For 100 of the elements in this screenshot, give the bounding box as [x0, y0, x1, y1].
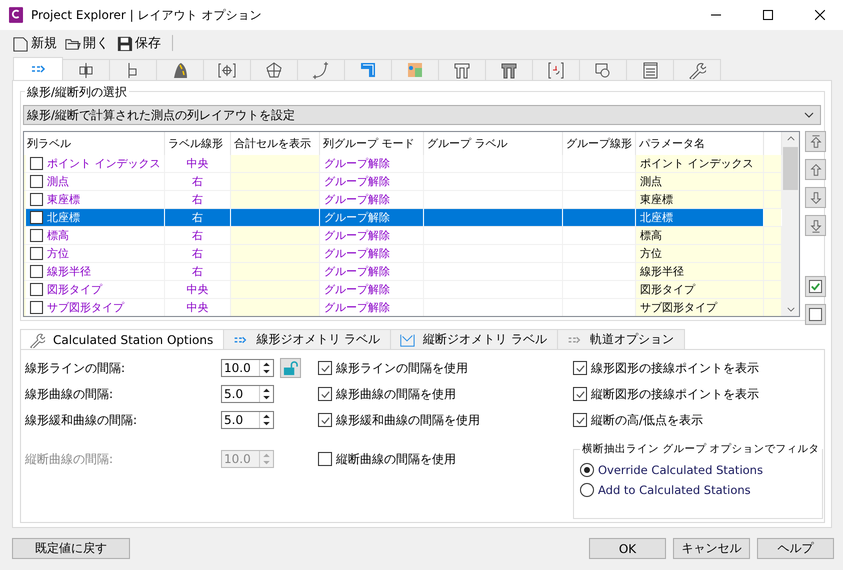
- table-cell: グループ解除: [320, 209, 424, 226]
- radio-button[interactable]: [580, 483, 594, 497]
- move-button[interactable]: [805, 215, 826, 236]
- table-cell: 北座標: [636, 209, 764, 226]
- checkbox-label: 線形ラインの間隔を使用: [336, 360, 468, 376]
- number-field[interactable]: 5.0: [221, 411, 274, 429]
- checkbox[interactable]: [318, 361, 332, 375]
- row-checkbox[interactable]: [30, 265, 43, 278]
- spin-up-icon[interactable]: [263, 388, 270, 392]
- row-checkbox[interactable]: [30, 247, 43, 260]
- layout-tab[interactable]: [203, 59, 251, 80]
- group-title: 線形/縦断列の選択: [25, 84, 130, 101]
- move-button[interactable]: [805, 187, 826, 208]
- checkbox-label: 線形曲線の間隔を使用: [336, 386, 456, 402]
- reset-defaults-button[interactable]: 既定値に戻す: [12, 538, 130, 559]
- number-field[interactable]: 10.0: [221, 359, 274, 377]
- checkbox[interactable]: [573, 361, 587, 375]
- move-bottom-icon: [808, 218, 824, 234]
- pipe-icon: [453, 61, 471, 79]
- checkbox[interactable]: [573, 413, 587, 427]
- curve-icon: [312, 61, 330, 79]
- split-flag-icon: [77, 61, 95, 79]
- dialog-button[interactable]: ヘルプ: [757, 538, 834, 559]
- layout-tab[interactable]: [532, 59, 580, 80]
- map-icon: [406, 61, 424, 79]
- field-label: 線形緩和曲線の間隔:: [25, 412, 138, 428]
- layout-tab[interactable]: [250, 59, 298, 80]
- close-icon[interactable]: [815, 10, 825, 20]
- table-cell: 東座標: [47, 192, 80, 207]
- toolbar-button[interactable]: 新規: [10, 34, 59, 52]
- layout-dropdown[interactable]: 線形/縦断で計算された測点の列レイアウトを設定: [23, 105, 821, 125]
- scrollbar-thumb[interactable]: [783, 147, 798, 190]
- table-cell: 線形半径: [47, 264, 91, 279]
- spin-down-icon[interactable]: [263, 370, 270, 374]
- window-title: Project Explorer | レイアウト オプション: [31, 6, 262, 24]
- layout-tab[interactable]: [673, 59, 721, 80]
- column-header[interactable]: グループ ラベル: [424, 132, 563, 155]
- table-cell: 方位: [636, 245, 764, 262]
- row-checkbox[interactable]: [30, 175, 43, 188]
- spin-up-icon[interactable]: [263, 362, 270, 366]
- row-checkbox[interactable]: [30, 211, 43, 224]
- table-cell: サブ図形タイプ: [47, 300, 124, 315]
- table-cell: 東座標: [636, 191, 764, 208]
- scroll-up-icon[interactable]: [786, 136, 794, 141]
- checkbox[interactable]: [318, 452, 332, 466]
- table-cell: ポイント インデックス: [636, 155, 764, 172]
- maximize-icon[interactable]: [763, 10, 773, 20]
- pentagon-icon: [265, 61, 283, 79]
- graph-icon: [399, 332, 416, 348]
- options-tab[interactable]: Calculated Station Options: [20, 329, 224, 349]
- checkmark-icon: [320, 362, 330, 374]
- field-label: 縦断曲線の間隔:: [25, 450, 114, 468]
- wrench-icon: [29, 332, 45, 348]
- table-cell: グループ解除: [320, 299, 424, 316]
- dialog-button[interactable]: キャンセル: [673, 538, 750, 559]
- column-header[interactable]: ラベル線形: [165, 132, 231, 155]
- radio-label: Add to Calculated Stations: [598, 483, 751, 497]
- padlock-icon: [283, 360, 298, 376]
- radio-button[interactable]: [580, 463, 594, 477]
- row-checkbox[interactable]: [30, 193, 43, 206]
- move-button[interactable]: [805, 159, 826, 180]
- layout-tab[interactable]: [109, 59, 157, 80]
- toolbar-button[interactable]: 開く: [62, 34, 111, 52]
- layout-tab[interactable]: [297, 59, 345, 80]
- toolbar-button[interactable]: 保存: [114, 34, 163, 52]
- checkmark-icon: [574, 388, 586, 400]
- column-header[interactable]: グループ線形: [563, 132, 636, 155]
- uncheck-all-button[interactable]: [805, 304, 826, 325]
- table-cell: 測点: [47, 174, 69, 189]
- column-header[interactable]: 列グループ モード: [320, 132, 424, 155]
- row-checkbox[interactable]: [30, 283, 43, 296]
- table-cell: 標高: [636, 227, 764, 244]
- table-cell: サブ図形タイプ: [636, 299, 764, 316]
- layout-tab[interactable]: [344, 59, 392, 80]
- row-checkbox[interactable]: [30, 157, 43, 170]
- options-tab[interactable]: 軌道オプション: [556, 329, 685, 349]
- layout-tab[interactable]: [156, 59, 204, 80]
- scrollbar[interactable]: [782, 132, 799, 316]
- spin-up-icon[interactable]: [263, 414, 270, 418]
- spin-down-icon[interactable]: [263, 396, 270, 400]
- layout-tab[interactable]: [438, 59, 486, 80]
- spin-down-icon[interactable]: [263, 422, 270, 426]
- layout-tab[interactable]: [579, 59, 627, 80]
- dialog-button[interactable]: OK: [589, 538, 666, 559]
- row-checkbox[interactable]: [30, 229, 43, 242]
- bracket-icon: [547, 61, 565, 79]
- checkbox[interactable]: [318, 387, 332, 401]
- checkbox[interactable]: [318, 413, 332, 427]
- options-tab[interactable]: 縦断ジオメトリ ラベル: [390, 329, 558, 349]
- options-tab[interactable]: 線形ジオメトリ ラベル: [223, 329, 392, 349]
- layout-tab[interactable]: [62, 59, 110, 80]
- scroll-down-icon[interactable]: [786, 307, 794, 312]
- check-all-button[interactable]: [805, 276, 826, 297]
- number-field[interactable]: 5.0: [221, 385, 274, 403]
- layout-tab[interactable]: [626, 59, 674, 80]
- column-header[interactable]: 列ラベル: [24, 132, 165, 155]
- checkbox[interactable]: [573, 387, 587, 401]
- move-button[interactable]: [805, 131, 826, 152]
- layout-tab[interactable]: [485, 59, 533, 80]
- row-checkbox[interactable]: [30, 301, 43, 314]
